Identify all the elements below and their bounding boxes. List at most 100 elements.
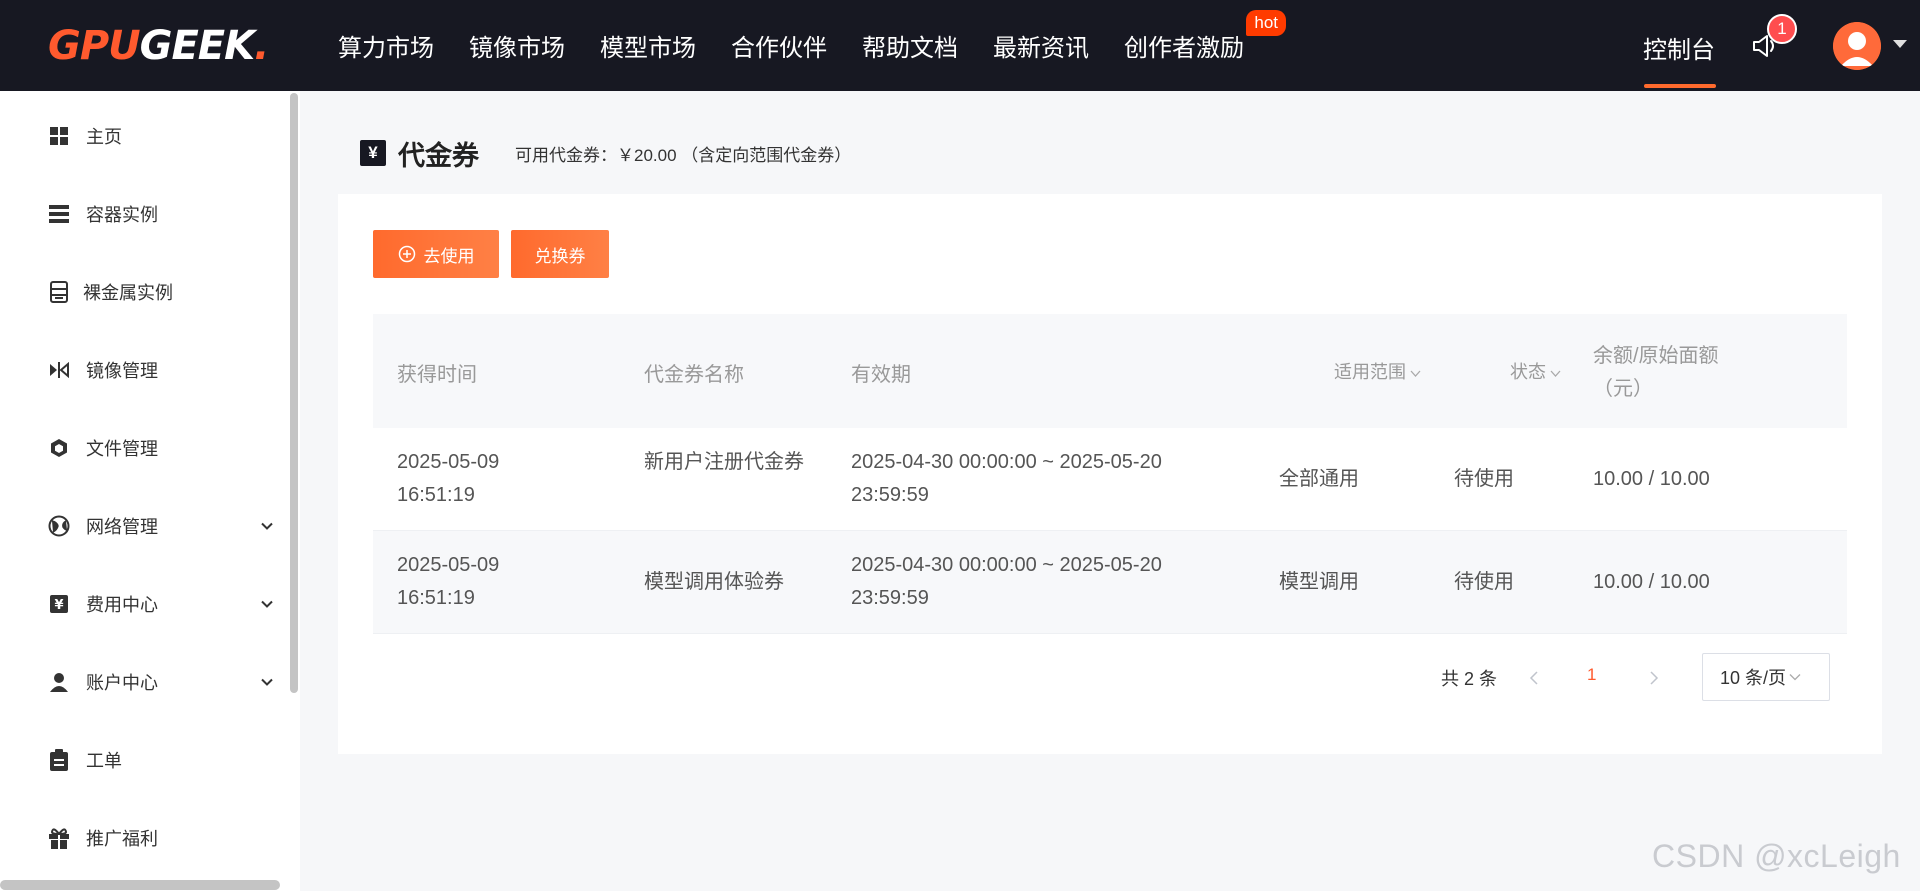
chevron-down-icon <box>261 522 273 530</box>
column-header-amount-line1: 余额/原始面额 <box>1593 345 1719 367</box>
sidebar-item-label: 工单 <box>86 751 122 771</box>
cell-time: 2025-05-09 16:51:19 <box>397 451 500 506</box>
nav-console[interactable]: 控制台 <box>1643 30 1715 65</box>
active-tab-indicator <box>1644 84 1716 88</box>
sidebar-horizontal-scrollbar[interactable] <box>0 880 280 890</box>
sidebar-item-home[interactable]: 主页 <box>0 108 290 164</box>
notification-count-badge: 1 <box>1767 14 1797 44</box>
cell-validity: 2025-04-30 00:00:00 ~ 2025-05-20 23:59:5… <box>851 451 1162 506</box>
cell-status: 待使用 <box>1454 468 1514 490</box>
table-row: 2025-05-09 16:51:19 新用户注册代金券 2025-04-30 … <box>373 428 1847 531</box>
available-vouchers-text: 可用代金券：￥20.00 （含定向范围代金券） <box>515 145 852 165</box>
column-header-validity: 有效期 <box>851 364 911 386</box>
sidebar-item-bare-metal[interactable]: 裸金属实例 <box>0 264 290 320</box>
sidebar-item-tickets[interactable]: 工单 <box>0 732 290 788</box>
column-header-amount: 余额/原始面额 （元） <box>1593 340 1719 406</box>
cell-scope: 全部通用 <box>1279 468 1359 490</box>
logo-text-gpu: GPU <box>48 23 141 69</box>
chevron-left-icon[interactable] <box>1523 667 1545 689</box>
sidebar-item-label: 网络管理 <box>86 517 158 537</box>
nav-image-market[interactable]: 镜像市场 <box>469 28 565 63</box>
column-header-name: 代金券名称 <box>644 364 744 386</box>
sidebar-vertical-scrollbar[interactable] <box>290 93 298 693</box>
sidebar-item-label: 账户中心 <box>86 673 158 693</box>
chevron-down-icon <box>1789 674 1801 681</box>
pagination: 共 2 条 1 10 条/页 <box>338 653 1882 703</box>
sidebar-item-promotion[interactable]: 推广福利 <box>0 810 290 866</box>
sidebar-item-files[interactable]: 文件管理 <box>0 420 290 476</box>
column-header-time: 获得时间 <box>397 364 477 386</box>
cell-name: 模型调用体验券 <box>644 571 784 593</box>
chevron-down-icon <box>261 600 273 608</box>
sidebar-item-label: 推广福利 <box>86 829 158 849</box>
sidebar-item-label: 容器实例 <box>86 205 158 225</box>
column-header-status-label: 状态 <box>1510 362 1546 382</box>
sidebar-item-network[interactable]: 网络管理 <box>0 498 290 554</box>
chevron-right-icon[interactable] <box>1643 667 1665 689</box>
top-navbar: GPUGEEK. 算力市场 镜像市场 模型市场 合作伙伴 帮助文档 最新资讯 创… <box>0 0 1920 91</box>
sidebar-item-billing[interactable]: ¥ 费用中心 <box>0 576 290 632</box>
column-header-scope-label: 适用范围 <box>1334 362 1406 382</box>
sidebar-item-label: 文件管理 <box>86 439 158 459</box>
column-header-status[interactable]: 状态 <box>1510 358 1561 384</box>
use-voucher-label: 去使用 <box>423 246 475 266</box>
sidebar-item-images[interactable]: 镜像管理 <box>0 342 290 398</box>
page-header: ¥ 代金券 可用代金券：￥20.00 （含定向范围代金券） <box>360 136 852 171</box>
page-number-current[interactable]: 1 <box>1587 665 1596 685</box>
table-header: 获得时间 代金券名称 有效期 适用范围 状态 余额/原始面额 （元） <box>373 314 1847 428</box>
nav-model-market[interactable]: 模型市场 <box>600 28 696 63</box>
table-row: 2025-05-09 16:51:19 模型调用体验券 2025-04-30 0… <box>373 531 1847 634</box>
voucher-table: 获得时间 代金券名称 有效期 适用范围 状态 余额/原始面额 （元） 2025-… <box>373 314 1847 634</box>
cell-time: 2025-05-09 16:51:19 <box>397 554 500 609</box>
yen-icon: ¥ <box>360 140 386 166</box>
redeem-voucher-button[interactable]: 兑换券 <box>511 230 609 278</box>
nav-compute-market[interactable]: 算力市场 <box>338 28 434 63</box>
voucher-card: 去使用 兑换券 获得时间 代金券名称 有效期 适用范围 状态 余额/原始面额 （… <box>338 194 1882 754</box>
nav-creator-incentive-label: 创作者激励 <box>1124 35 1244 62</box>
nav-news[interactable]: 最新资讯 <box>993 28 1089 63</box>
filter-chevron-icon <box>1550 370 1561 377</box>
logo[interactable]: GPUGEEK. <box>48 23 269 69</box>
pagination-total: 共 2 条 <box>1441 669 1498 689</box>
filter-chevron-icon <box>1410 370 1421 377</box>
user-menu-caret-icon[interactable] <box>1893 40 1907 48</box>
sidebar: 主页 容器实例 裸金属实例 镜像管理 文件管理 网络管理 ¥ 费用中心 账户中心… <box>0 91 300 891</box>
box-icon <box>48 437 70 459</box>
cell-status: 待使用 <box>1454 571 1514 593</box>
globe-icon <box>48 515 70 537</box>
server-icon <box>48 203 70 225</box>
main-nav: 算力市场 镜像市场 模型市场 合作伙伴 帮助文档 最新资讯 创作者激励 hot <box>338 0 1286 91</box>
sidebar-item-label: 费用中心 <box>86 595 158 615</box>
user-icon <box>48 671 70 693</box>
yen-icon: ¥ <box>48 593 70 615</box>
user-avatar[interactable] <box>1833 22 1881 70</box>
cell-name: 新用户注册代金券 <box>644 451 804 473</box>
sidebar-item-containers[interactable]: 容器实例 <box>0 186 290 242</box>
cell-validity: 2025-04-30 00:00:00 ~ 2025-05-20 23:59:5… <box>851 554 1162 609</box>
column-header-scope[interactable]: 适用范围 <box>1334 358 1421 384</box>
cell-scope: 模型调用 <box>1279 571 1359 593</box>
cell-amount: 10.00 / 10.00 <box>1593 571 1710 593</box>
nav-creator-incentive[interactable]: 创作者激励 hot <box>1124 10 1286 63</box>
nav-help-docs[interactable]: 帮助文档 <box>862 28 958 63</box>
chevron-down-icon <box>261 678 273 686</box>
page-size-value: 10 条/页 <box>1720 668 1787 688</box>
page-title: 代金券 <box>398 140 479 171</box>
sidebar-item-label: 主页 <box>86 127 122 147</box>
sidebar-item-label: 裸金属实例 <box>83 283 173 303</box>
logo-dot: . <box>254 23 269 69</box>
sidebar-item-account[interactable]: 账户中心 <box>0 654 290 710</box>
plus-circle-icon <box>398 245 415 263</box>
watermark: CSDN @xcLeigh <box>1652 838 1901 874</box>
page-size-select[interactable]: 10 条/页 <box>1702 653 1830 701</box>
grid-icon <box>48 125 70 147</box>
svg-text:¥: ¥ <box>54 598 63 613</box>
clipboard-icon <box>48 749 70 771</box>
use-voucher-button[interactable]: 去使用 <box>373 230 499 278</box>
machine-icon <box>48 281 70 303</box>
cell-amount: 10.00 / 10.00 <box>1593 468 1710 490</box>
gift-icon <box>48 827 70 849</box>
nav-partners[interactable]: 合作伙伴 <box>731 28 827 63</box>
hot-badge: hot <box>1246 10 1286 36</box>
column-header-amount-line2: （元） <box>1593 378 1653 400</box>
